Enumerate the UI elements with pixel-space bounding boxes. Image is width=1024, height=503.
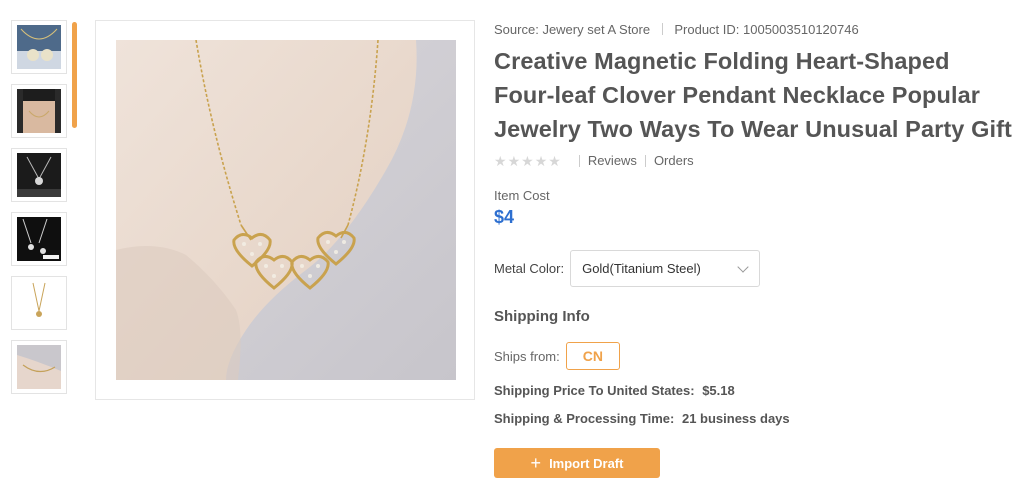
shipping-time-label: Shipping & Processing Time: <box>494 411 675 426</box>
shipping-time-value: 21 business days <box>681 411 790 426</box>
product-meta: Source: Jewery set A Store Product ID: 1… <box>494 22 859 37</box>
orders-link[interactable]: Orders <box>654 153 694 168</box>
divider <box>661 23 663 35</box>
star-rating: ★ ★ ★ ★ ★ <box>494 154 561 168</box>
metal-color-selected: Gold(Titanium Steel) <box>582 261 701 276</box>
thumbnail-3[interactable] <box>11 148 67 202</box>
star-icon: ★ <box>494 152 507 169</box>
ships-from-option[interactable]: CN <box>565 342 620 370</box>
thumbnail-image <box>17 217 61 261</box>
shipping-time: Shipping & Processing Time: 21 business … <box>494 411 790 426</box>
thumbnail-image <box>17 25 61 69</box>
metal-color-label: Metal Color: <box>494 261 565 276</box>
import-draft-button[interactable]: + Import Draft <box>494 448 660 478</box>
plus-icon: + <box>530 453 542 473</box>
star-icon: ★ <box>548 152 561 169</box>
thumbnail-list <box>11 20 69 404</box>
divider <box>578 154 580 167</box>
thumbnail-4[interactable] <box>11 212 67 266</box>
star-icon: ★ <box>521 152 534 169</box>
reviews-link[interactable]: Reviews <box>588 153 637 168</box>
thumbnail-1[interactable] <box>11 20 67 74</box>
item-cost-label: Item Cost <box>494 188 550 203</box>
source-value: Jewery set A Store <box>542 22 651 37</box>
thumbnail-image <box>17 89 61 133</box>
metal-color-row: Metal Color: Gold(Titanium Steel) <box>494 250 761 287</box>
thumbnail-5[interactable] <box>11 276 67 330</box>
import-draft-label: Import Draft <box>549 455 624 471</box>
thumbnail-image <box>17 345 61 389</box>
shipping-info-heading: Shipping Info <box>494 308 590 325</box>
main-product-image <box>116 40 456 380</box>
thumbnail-image <box>17 153 61 197</box>
shipping-price-value: $5.18 <box>702 383 735 398</box>
item-cost-value: $4 <box>494 207 515 227</box>
thumbnail-2[interactable] <box>11 84 67 138</box>
thumbnail-scrollbar[interactable] <box>72 22 77 128</box>
source-label: Source: <box>494 22 539 37</box>
star-icon: ★ <box>534 152 548 169</box>
ships-from-label: Ships from: <box>494 348 560 364</box>
chevron-down-icon <box>737 260 749 273</box>
main-image-frame <box>95 20 475 400</box>
divider <box>644 154 646 167</box>
ships-from-row: Ships from: CN <box>494 342 620 370</box>
star-icon: ★ <box>507 152 521 169</box>
product-title: Creative Magnetic Folding Heart-Shaped F… <box>494 48 1012 142</box>
shipping-price-label: Shipping Price To United States: <box>494 383 695 398</box>
thumbnail-image <box>17 281 61 325</box>
shipping-price: Shipping Price To United States: $5.18 <box>494 383 735 398</box>
product-id-label: Product ID: <box>674 22 740 37</box>
thumbnail-6[interactable] <box>11 340 67 394</box>
metal-color-select[interactable]: Gold(Titanium Steel) <box>570 250 761 287</box>
product-id-value: 1005003510120746 <box>743 22 859 37</box>
rating-row: ★ ★ ★ ★ ★ Reviews Orders <box>494 153 694 168</box>
